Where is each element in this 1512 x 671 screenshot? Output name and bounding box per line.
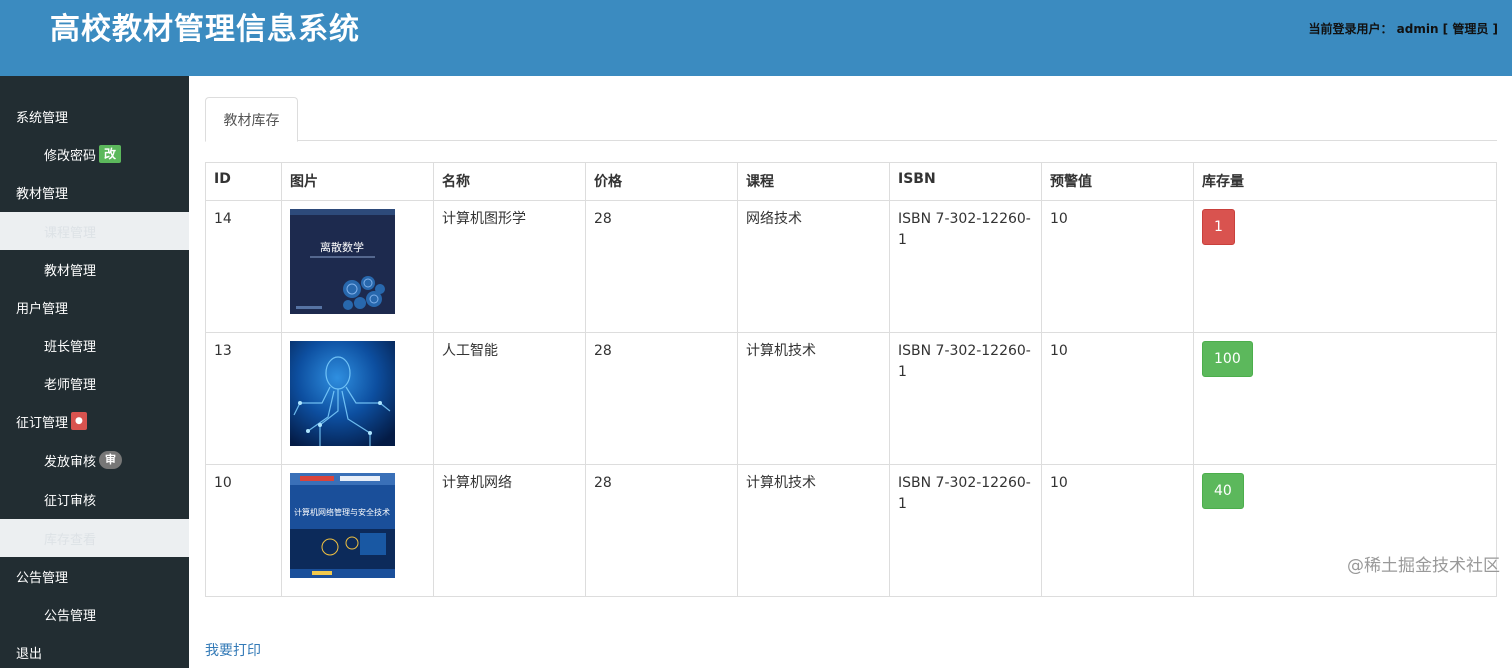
sidebar-item-monitor-management[interactable]: 班长管理	[0, 326, 189, 364]
app-header: 高校教材管理信息系统 当前登录用户： admin [ 管理员 ]	[0, 0, 1512, 76]
cell-warning-value: 10	[1041, 464, 1194, 597]
cell-course: 网络技术	[737, 200, 890, 333]
column-header: 名称	[433, 162, 586, 201]
sidebar-item-label: 系统管理	[16, 110, 69, 126]
sidebar-item-label: 退出	[16, 646, 43, 662]
cell-picture: 计算机网络管理与安全技术	[281, 464, 434, 597]
cell-id: 14	[205, 200, 282, 333]
cell-price: 28	[585, 464, 738, 597]
sidebar-group-users[interactable]: 用户管理	[0, 288, 189, 326]
cell-warning-value: 10	[1041, 200, 1194, 333]
book-cover-image	[290, 341, 395, 446]
main-content: 教材库存 ID 图片 名称 价格 课程 ISBN 预警值 库存量 14 离散数学…	[189, 76, 1512, 668]
sidebar-item-label: 修改密码	[44, 148, 97, 164]
cell-name: 计算机网络	[433, 464, 586, 597]
cell-isbn: ISBN 7-302-12260-1	[889, 200, 1042, 333]
stock-quantity-button[interactable]: 100	[1202, 341, 1253, 377]
sidebar-item-distribution-review[interactable]: 发放审核审	[0, 441, 189, 479]
sidebar-item-stock-view[interactable]: 库存查看	[0, 519, 189, 557]
sidebar-item-label: 征订管理	[16, 415, 69, 431]
cell-stock: 40	[1193, 464, 1497, 597]
sidebar-group-textbook[interactable]: 教材管理	[0, 173, 189, 211]
table-row: 14 离散数学 计算机图形学 28 网络技术 ISBN 7-302-12260-…	[205, 200, 1497, 333]
column-header: 图片	[281, 162, 434, 201]
sidebar-item-label: 课程管理	[44, 225, 97, 241]
book-cover-image: 计算机网络管理与安全技术	[290, 473, 395, 578]
sidebar-item-course-management[interactable]: 课程管理	[0, 212, 189, 250]
column-header: 预警值	[1041, 162, 1194, 201]
cell-isbn: ISBN 7-302-12260-1	[889, 464, 1042, 597]
cell-warning-value: 10	[1041, 332, 1194, 465]
sidebar-group-system[interactable]: 系统管理	[0, 97, 189, 135]
tab-textbook-stock[interactable]: 教材库存	[205, 97, 298, 142]
stock-table: ID 图片 名称 价格 课程 ISBN 预警值 库存量 14 离散数学 计算机图…	[205, 162, 1497, 597]
sidebar-item-label: 用户管理	[16, 301, 69, 317]
column-header: 价格	[585, 162, 738, 201]
column-header: ISBN	[889, 162, 1042, 201]
stock-quantity-button[interactable]: 40	[1202, 473, 1244, 509]
sidebar-item-announcement-management[interactable]: 公告管理	[0, 595, 189, 633]
sidebar-item-label: 征订审核	[44, 493, 97, 509]
app-title: 高校教材管理信息系统	[50, 12, 360, 47]
sidebar-item-label: 公告管理	[44, 608, 97, 624]
cell-price: 28	[585, 200, 738, 333]
table-row: 13 人工智能 28 计算机技术 ISBN 7-302-12260-1 10 1…	[205, 332, 1497, 465]
review-badge: 审	[99, 451, 123, 469]
cell-course: 计算机技术	[737, 332, 890, 465]
cell-isbn: ISBN 7-302-12260-1	[889, 332, 1042, 465]
sidebar-item-change-password[interactable]: 修改密码改	[0, 135, 189, 173]
notification-dot-badge: ●	[71, 412, 87, 430]
edit-badge: 改	[99, 145, 122, 163]
cell-picture: 离散数学	[281, 200, 434, 333]
tab-bar: 教材库存	[205, 97, 1497, 142]
sidebar-group-subscription[interactable]: 征订管理 ●	[0, 402, 189, 440]
cell-name: 计算机图形学	[433, 200, 586, 333]
current-user-info: 当前登录用户： admin [ 管理员 ]	[1308, 22, 1498, 36]
cell-id: 10	[205, 464, 282, 597]
sidebar-item-label: 教材管理	[16, 186, 69, 202]
cell-stock: 1	[1193, 200, 1497, 333]
stock-quantity-button[interactable]: 1	[1202, 209, 1235, 245]
book-cover-title: 计算机网络管理与安全技术	[294, 507, 390, 517]
cell-name: 人工智能	[433, 332, 586, 465]
cell-picture	[281, 332, 434, 465]
sidebar: 系统管理 修改密码改 教材管理 课程管理 教材管理 用户管理 班长管理 老师管理…	[0, 76, 189, 668]
column-header: 库存量	[1193, 162, 1497, 201]
book-cover-title: 离散数学	[320, 240, 364, 254]
column-header: ID	[205, 162, 282, 201]
table-header-row: ID 图片 名称 价格 课程 ISBN 预警值 库存量	[205, 162, 1497, 201]
print-link[interactable]: 我要打印	[205, 640, 261, 660]
cell-stock: 100	[1193, 332, 1497, 465]
sidebar-item-label: 教材管理	[44, 263, 97, 279]
sidebar-item-label: 公告管理	[16, 570, 69, 586]
book-cover-image: 离散数学	[290, 209, 395, 314]
sidebar-item-logout[interactable]: 退出	[0, 633, 189, 671]
sidebar-item-label: 班长管理	[44, 339, 97, 355]
cell-id: 13	[205, 332, 282, 465]
sidebar-group-announcements[interactable]: 公告管理	[0, 557, 189, 595]
cell-course: 计算机技术	[737, 464, 890, 597]
sidebar-item-teacher-management[interactable]: 老师管理	[0, 364, 189, 402]
sidebar-item-label: 老师管理	[44, 377, 97, 393]
column-header: 课程	[737, 162, 890, 201]
cell-price: 28	[585, 332, 738, 465]
sidebar-item-subscription-review[interactable]: 征订审核	[0, 480, 189, 518]
sidebar-item-label: 库存查看	[44, 532, 97, 548]
table-row: 10 计算机网络管理与安全技术 计算机网络 28 计算机技术 ISBN 7-30…	[205, 464, 1497, 597]
sidebar-item-label: 发放审核	[44, 454, 97, 470]
sidebar-item-textbook-management[interactable]: 教材管理	[0, 250, 189, 288]
watermark-text: @稀土掘金技术社区	[1347, 556, 1500, 576]
